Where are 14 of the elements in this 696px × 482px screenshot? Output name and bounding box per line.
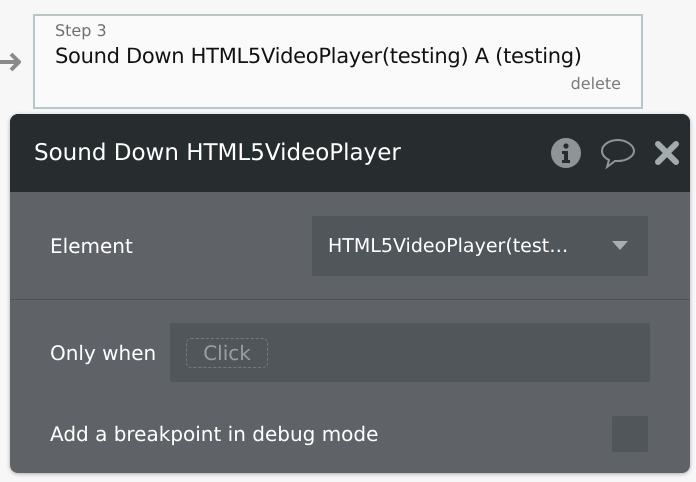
delete-link[interactable]: delete	[570, 74, 621, 93]
speech-bubble-icon[interactable]	[600, 137, 636, 169]
step-card[interactable]: Step 3 Sound Down HTML5VideoPlayer(testing) A (testing) delete	[33, 14, 643, 109]
step-title: Sound Down HTML5VideoPlayer(testing) A (testing)	[55, 44, 583, 68]
caret-icon	[612, 241, 628, 250]
element-label: Element	[50, 234, 133, 258]
arrow-icon	[0, 50, 24, 74]
breakpoint-label: Add a breakpoint in debug mode	[50, 422, 378, 446]
panel-title: Sound Down HTML5VideoPlayer	[34, 140, 402, 166]
element-dropdown[interactable]: HTML5VideoPlayer(test…	[312, 216, 648, 276]
info-icon[interactable]	[550, 137, 582, 169]
step-label: Step 3	[55, 21, 108, 40]
close-icon[interactable]	[654, 140, 680, 166]
only-when-label: Only when	[50, 340, 156, 364]
